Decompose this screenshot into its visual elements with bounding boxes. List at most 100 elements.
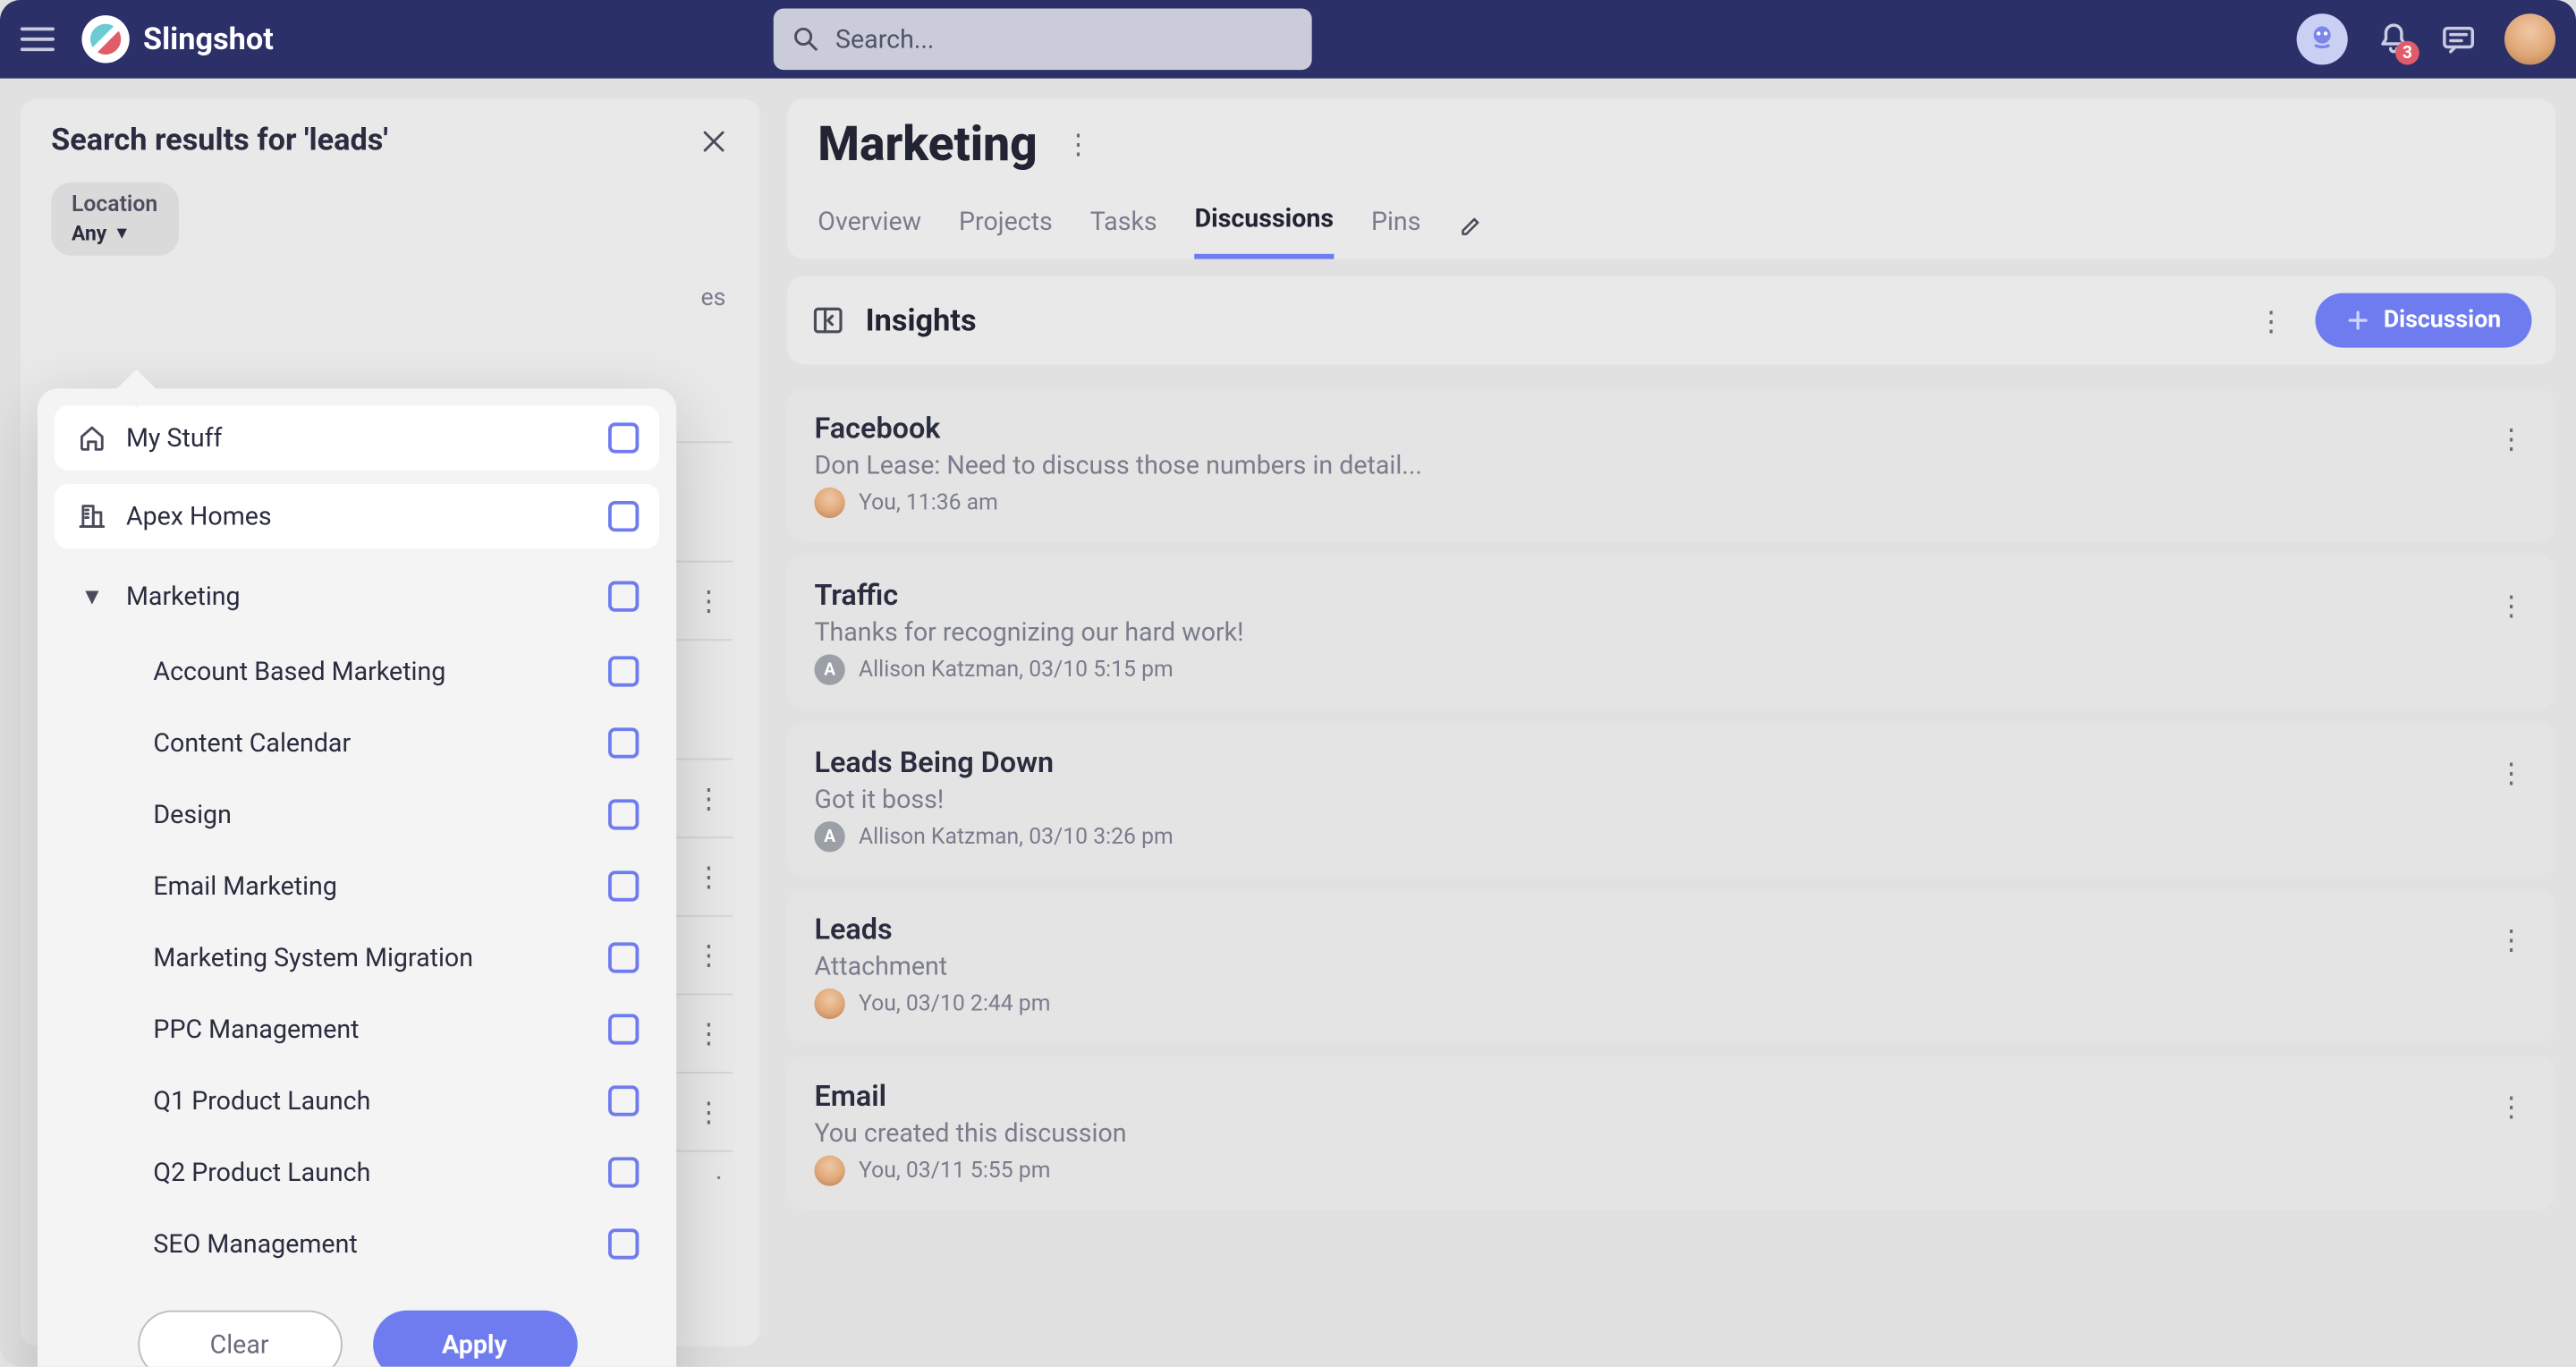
location-checkbox[interactable]	[608, 1014, 639, 1044]
close-icon[interactable]	[699, 125, 729, 156]
assistant-avatar[interactable]	[2297, 13, 2348, 64]
row-menu-icon[interactable]: ⋮	[685, 1085, 733, 1138]
location-subitem[interactable]: SEO Management	[81, 1215, 659, 1273]
card-menu-icon[interactable]: ⋮	[2487, 1081, 2535, 1134]
caret-down-icon: ▾	[75, 580, 109, 612]
location-subitem[interactable]: PPC Management	[81, 1000, 659, 1058]
location-label: My Stuff	[126, 422, 591, 453]
tab-pins[interactable]: Pins	[1371, 191, 1421, 256]
location-subitem[interactable]: Marketing System Migration	[81, 929, 659, 987]
apply-button[interactable]: Apply	[372, 1311, 577, 1367]
location-checkbox[interactable]	[608, 501, 639, 531]
tab-discussions[interactable]: Discussions	[1195, 189, 1334, 259]
top-nav: Slingshot 3	[0, 0, 2576, 79]
card-menu-icon[interactable]: ⋮	[2487, 913, 2535, 966]
main-content: Marketing ⋮ Overview Projects Tasks Discuss…	[787, 98, 2555, 1346]
tab-projects[interactable]: Projects	[959, 191, 1053, 256]
row-menu-icon[interactable]: ⋮	[685, 929, 733, 981]
location-checkbox[interactable]	[608, 870, 639, 901]
discussion-card[interactable]: Leads Attachment You, 03/10 2:44 pm ⋮	[787, 889, 2555, 1042]
clear-button[interactable]: Clear	[137, 1311, 342, 1367]
discussions-list: Facebook Don Lease: Need to discuss thos…	[787, 382, 2555, 1217]
card-menu-icon[interactable]: ⋮	[2487, 412, 2535, 465]
author-avatar	[814, 1155, 844, 1185]
location-checkbox[interactable]	[608, 656, 639, 686]
author-avatar-initial: A	[814, 654, 844, 684]
location-label: Email Marketing	[153, 870, 591, 901]
notifications-button[interactable]: 3	[2375, 21, 2412, 58]
page-header: Marketing ⋮ Overview Projects Tasks Discuss…	[787, 98, 2555, 259]
discussion-meta: Allison Katzman, 03/10 3:26 pm	[859, 824, 1174, 850]
tab-overview[interactable]: Overview	[818, 191, 921, 256]
location-label: Apex Homes	[126, 501, 591, 531]
discussion-card[interactable]: Facebook Don Lease: Need to discuss thos…	[787, 388, 2555, 541]
discussion-card[interactable]: Email You created this discussion You, 0…	[787, 1057, 2555, 1210]
new-discussion-button[interactable]: Discussion	[2316, 293, 2532, 348]
card-menu-icon[interactable]: ⋮	[2487, 746, 2535, 799]
panel-toggle-icon[interactable]	[811, 303, 845, 337]
location-item[interactable]: Apex Homes	[55, 484, 659, 548]
button-label: Discussion	[2384, 307, 2501, 334]
discussion-card[interactable]: Leads Being Down Got it boss! A Allison …	[787, 723, 2555, 876]
discussion-meta: You, 03/11 5:55 pm	[859, 1158, 1050, 1184]
location-subitem[interactable]: Q2 Product Launch	[81, 1143, 659, 1201]
discussion-preview: Don Lease: Need to discuss those numbers…	[814, 450, 2528, 480]
brand[interactable]: Slingshot	[81, 15, 273, 63]
location-checkbox[interactable]	[608, 942, 639, 972]
user-avatar[interactable]	[2504, 13, 2555, 64]
page-menu-icon[interactable]: ⋮	[1055, 117, 1102, 170]
location-checkbox[interactable]	[608, 1085, 639, 1116]
discussion-preview: Thanks for recognizing our hard work!	[814, 617, 2528, 648]
discussion-meta: You, 11:36 am	[859, 490, 998, 516]
discussion-title: Facebook	[814, 412, 2528, 446]
page-title: Marketing	[818, 116, 1037, 173]
location-checkbox[interactable]	[608, 1228, 639, 1259]
global-search[interactable]	[774, 9, 1312, 71]
partial-text: es	[701, 284, 726, 311]
author-avatar	[814, 488, 844, 518]
search-icon	[792, 24, 822, 55]
location-subitem[interactable]: Account Based Marketing	[81, 642, 659, 700]
location-item[interactable]: My Stuff	[55, 405, 659, 470]
tab-tasks[interactable]: Tasks	[1090, 191, 1157, 256]
search-results-title: Search results for 'leads'	[51, 123, 388, 158]
location-group-marketing[interactable]: ▾ Marketing	[55, 563, 659, 629]
location-label: Content Calendar	[153, 727, 591, 758]
discussion-preview: Got it boss!	[814, 784, 2528, 814]
location-label: PPC Management	[153, 1014, 591, 1044]
location-checkbox[interactable]	[608, 727, 639, 758]
author-avatar	[814, 989, 844, 1019]
author-avatar-initial: A	[814, 821, 844, 852]
insights-menu-icon[interactable]: ⋮	[2247, 294, 2294, 347]
search-input[interactable]	[835, 24, 1295, 55]
location-filter-chip[interactable]: Location Any ▼	[51, 183, 178, 256]
location-checkbox[interactable]	[608, 581, 639, 611]
row-menu-icon[interactable]: ⋮	[685, 574, 733, 627]
row-menu-icon[interactable]: ⋮	[685, 1007, 733, 1060]
location-label: Design	[153, 799, 591, 829]
location-filter-popover: My Stuff Apex Homes ▾ Marketing Account …	[38, 388, 676, 1366]
location-subitem[interactable]: Design	[81, 785, 659, 844]
row-menu-icon[interactable]: ⋮	[685, 772, 733, 825]
location-checkbox[interactable]	[608, 799, 639, 829]
location-subitem[interactable]: Content Calendar	[81, 714, 659, 772]
location-subitem[interactable]: Email Marketing	[81, 857, 659, 915]
filter-value: Any	[72, 222, 106, 246]
insights-bar: Insights ⋮ Discussion	[787, 276, 2555, 365]
location-subitem[interactable]: Q1 Product Launch	[81, 1072, 659, 1130]
discussion-meta: Allison Katzman, 03/10 5:15 pm	[859, 657, 1174, 683]
messages-icon[interactable]	[2440, 21, 2478, 58]
brand-name: Slingshot	[143, 21, 274, 57]
discussion-meta: You, 03/10 2:44 pm	[859, 991, 1050, 1017]
location-checkbox[interactable]	[608, 422, 639, 453]
discussion-preview: You created this discussion	[814, 1118, 2528, 1149]
discussion-card[interactable]: Traffic Thanks for recognizing our hard …	[787, 556, 2555, 709]
row-menu-icon[interactable]: ⋮	[685, 850, 733, 903]
hamburger-icon[interactable]	[21, 27, 55, 51]
location-label: Q2 Product Launch	[153, 1157, 591, 1187]
card-menu-icon[interactable]: ⋮	[2487, 580, 2535, 633]
location-checkbox[interactable]	[608, 1157, 639, 1187]
edit-icon[interactable]	[1458, 210, 1485, 237]
location-label: Marketing	[126, 581, 591, 611]
page-tabs: Overview Projects Tasks Discussions Pins	[818, 189, 2525, 259]
